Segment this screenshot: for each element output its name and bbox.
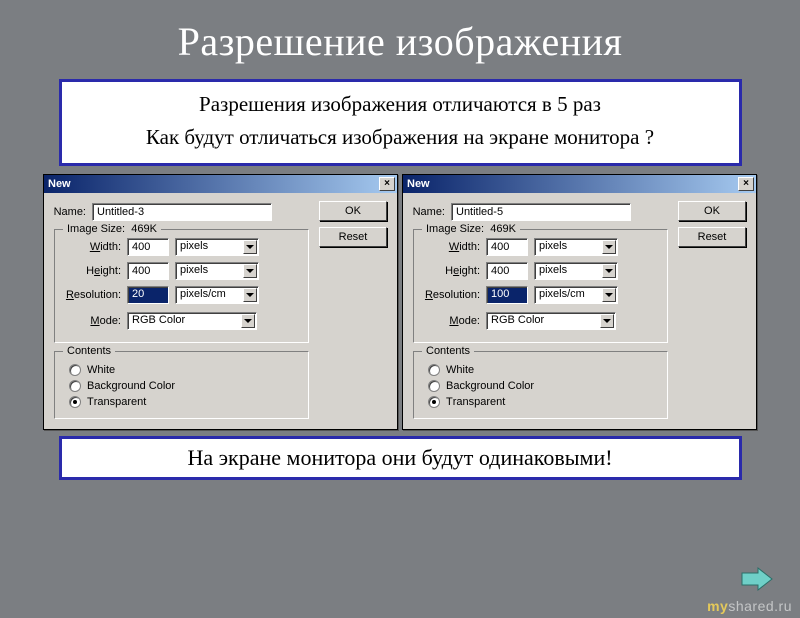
height-label: Height:	[422, 265, 486, 277]
question-banner: Разрешения изображения отличаются в 5 ра…	[59, 79, 742, 166]
dialog-title: New	[48, 178, 71, 190]
reset-button[interactable]: Reset	[678, 227, 746, 247]
width-input[interactable]	[486, 238, 528, 256]
height-units-combo[interactable]: pixels	[534, 262, 618, 280]
name-input[interactable]	[451, 203, 631, 221]
contents-legend: Contents	[63, 345, 115, 357]
question-line-2: Как будут отличаться изображения на экра…	[70, 121, 731, 154]
radio-icon	[69, 364, 81, 376]
radio-icon	[428, 380, 440, 392]
width-units-combo[interactable]: pixels	[175, 238, 259, 256]
close-button[interactable]: ×	[379, 177, 395, 191]
chevron-down-icon	[241, 314, 255, 328]
contents-legend: Contents	[422, 345, 474, 357]
contents-fieldset: Contents White Background Color Transpar…	[54, 351, 309, 419]
mode-label: Mode:	[63, 315, 127, 327]
name-label: Name:	[52, 206, 92, 218]
radio-background[interactable]: Background Color	[69, 380, 300, 392]
height-units-combo[interactable]: pixels	[175, 262, 259, 280]
width-units-combo[interactable]: pixels	[534, 238, 618, 256]
height-input[interactable]	[486, 262, 528, 280]
mode-combo[interactable]: RGB Color	[486, 312, 616, 330]
contents-fieldset: Contents White Background Color Transpar…	[413, 351, 668, 419]
image-size-legend: Image Size: 469K	[422, 223, 520, 235]
width-label: Width:	[422, 241, 486, 253]
new-dialog-left: New × OK Reset Name: Image Size: 469K Wi…	[43, 174, 398, 430]
ok-button[interactable]: OK	[678, 201, 746, 221]
radio-icon	[69, 396, 81, 408]
resolution-label: Resolution:	[63, 289, 127, 301]
chevron-down-icon	[243, 240, 257, 254]
height-label: Height:	[63, 265, 127, 277]
watermark: myshared.ru	[707, 598, 792, 614]
radio-icon	[428, 364, 440, 376]
chevron-down-icon	[602, 288, 616, 302]
slide-title: Разрешение изображения	[0, 18, 800, 65]
question-line-1: Разрешения изображения отличаются в 5 ра…	[70, 88, 731, 121]
radio-white[interactable]: White	[428, 364, 659, 376]
next-slide-button[interactable]	[740, 566, 774, 592]
titlebar[interactable]: New ×	[403, 175, 756, 193]
ok-button[interactable]: OK	[319, 201, 387, 221]
resolution-units-combo[interactable]: pixels/cm	[175, 286, 259, 304]
resolution-units-combo[interactable]: pixels/cm	[534, 286, 618, 304]
new-dialog-right: New × OK Reset Name: Image Size: 469K Wi…	[402, 174, 757, 430]
dialog-title: New	[407, 178, 430, 190]
image-size-fieldset: Image Size: 469K Width: pixels Height: p…	[413, 229, 668, 343]
resolution-input[interactable]: 20	[127, 286, 169, 304]
radio-icon	[428, 396, 440, 408]
name-input[interactable]	[92, 203, 272, 221]
dialogs-row: New × OK Reset Name: Image Size: 469K Wi…	[0, 174, 800, 430]
reset-button[interactable]: Reset	[319, 227, 387, 247]
radio-transparent[interactable]: Transparent	[428, 396, 659, 408]
chevron-down-icon	[602, 264, 616, 278]
resolution-label: Resolution:	[422, 289, 486, 301]
close-button[interactable]: ×	[738, 177, 754, 191]
radio-transparent[interactable]: Transparent	[69, 396, 300, 408]
chevron-down-icon	[600, 314, 614, 328]
radio-white[interactable]: White	[69, 364, 300, 376]
chevron-down-icon	[602, 240, 616, 254]
mode-label: Mode:	[422, 315, 486, 327]
name-label: Name:	[411, 206, 451, 218]
width-label: Width:	[63, 241, 127, 253]
resolution-input[interactable]: 100	[486, 286, 528, 304]
chevron-down-icon	[243, 264, 257, 278]
height-input[interactable]	[127, 262, 169, 280]
image-size-fieldset: Image Size: 469K Width: pixels Height: p…	[54, 229, 309, 343]
mode-combo[interactable]: RGB Color	[127, 312, 257, 330]
titlebar[interactable]: New ×	[44, 175, 397, 193]
image-size-legend: Image Size: 469K	[63, 223, 161, 235]
answer-banner: На экране монитора они будут одинаковыми…	[59, 436, 742, 480]
radio-background[interactable]: Background Color	[428, 380, 659, 392]
width-input[interactable]	[127, 238, 169, 256]
radio-icon	[69, 380, 81, 392]
chevron-down-icon	[243, 288, 257, 302]
